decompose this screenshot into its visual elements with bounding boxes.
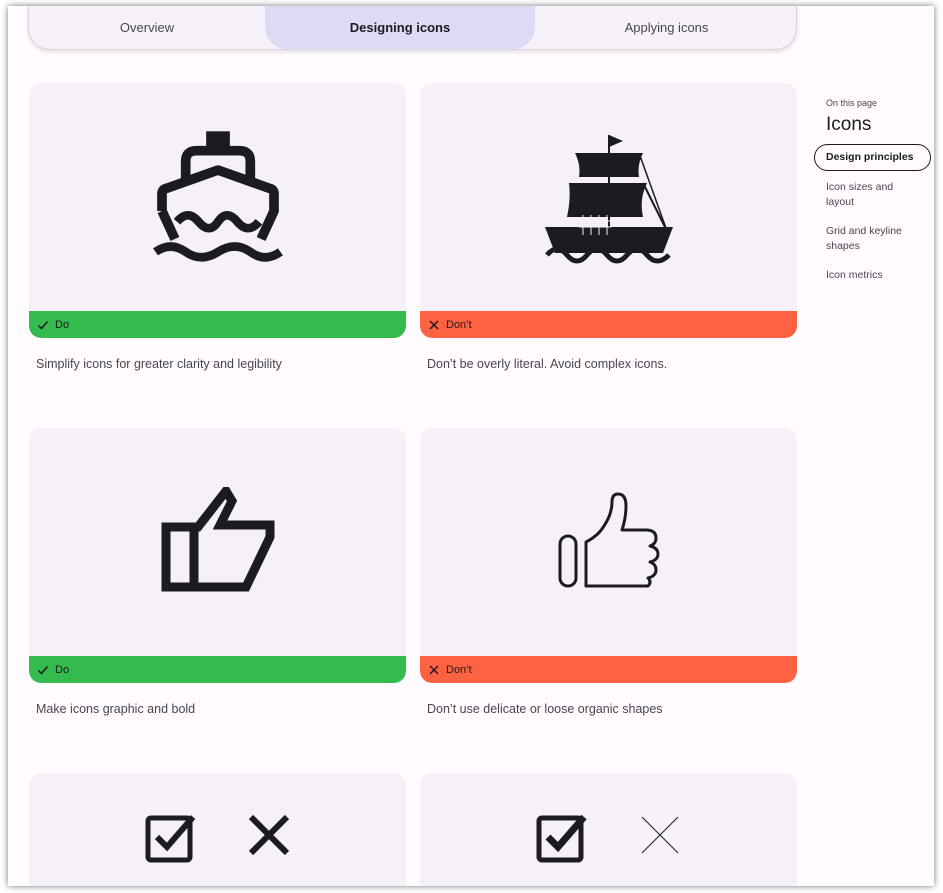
toc-item-icon-metrics[interactable]: Icon metrics [814,263,932,288]
card-caption: Make icons graphic and bold [36,702,196,716]
checkbox-icon [536,814,587,863]
card-mixed-glyphs [420,773,797,886]
card-caption: Don’t use delicate or loose organic shap… [427,702,663,716]
thumb-up-icon [161,487,274,592]
mixed-glyphs-illustration [420,773,797,886]
card-caption: Don’t be overly literal. Avoid complex i… [427,357,668,371]
check-icon [37,665,49,675]
check-icon [37,320,49,330]
do-badge: Do [29,656,406,683]
thin-close-icon [641,816,678,854]
card-bold-do: Do [29,428,406,683]
card-caption: Simplify icons for greater clarity and l… [36,357,282,371]
toc-item-design-principles[interactable]: Design principles [814,144,931,171]
toc-title: Icons [826,114,872,135]
ship-illustration [29,83,406,311]
checkbox-icon [145,815,195,863]
do-badge: Do [29,311,406,338]
status-label: Don’t [446,663,472,676]
dont-badge: Don’t [420,311,797,338]
close-icon [248,814,289,855]
bold-glyphs-illustration [29,773,406,886]
tab-applying-icons[interactable]: Applying icons [535,6,796,49]
toc-item-icon-sizes[interactable]: Icon sizes and layout [814,175,932,215]
card-literal-dont: Don’t [420,83,797,338]
close-icon [429,319,439,330]
close-icon [429,664,439,675]
thumb-up-outline-icon [558,492,659,588]
card-organic-dont: Don’t [420,428,797,683]
tab-designing-icons[interactable]: Designing icons [265,6,535,49]
status-label: Do [55,318,70,331]
thumb-organic-illustration [420,428,797,656]
tab-overview[interactable]: Overview [29,6,265,49]
toc-small-label: On this page [826,98,878,108]
sailing-ship-icon [544,135,673,264]
status-label: Do [55,663,70,676]
status-label: Don’t [446,318,472,331]
on-this-page-nav: On this page Icons Design principles Ico… [814,98,932,292]
thumb-bold-illustration [29,428,406,656]
dont-badge: Don’t [420,656,797,683]
card-bold-glyphs [29,773,406,886]
page-frame: Overview Designing icons Applying icons … [8,6,934,886]
card-simplify-do: Do [29,83,406,338]
sailing-ship-illustration [420,83,797,311]
section-tabs: Overview Designing icons Applying icons [28,6,797,50]
ferry-icon [152,131,283,262]
toc-item-grid-keyline[interactable]: Grid and keyline shapes [814,219,932,259]
